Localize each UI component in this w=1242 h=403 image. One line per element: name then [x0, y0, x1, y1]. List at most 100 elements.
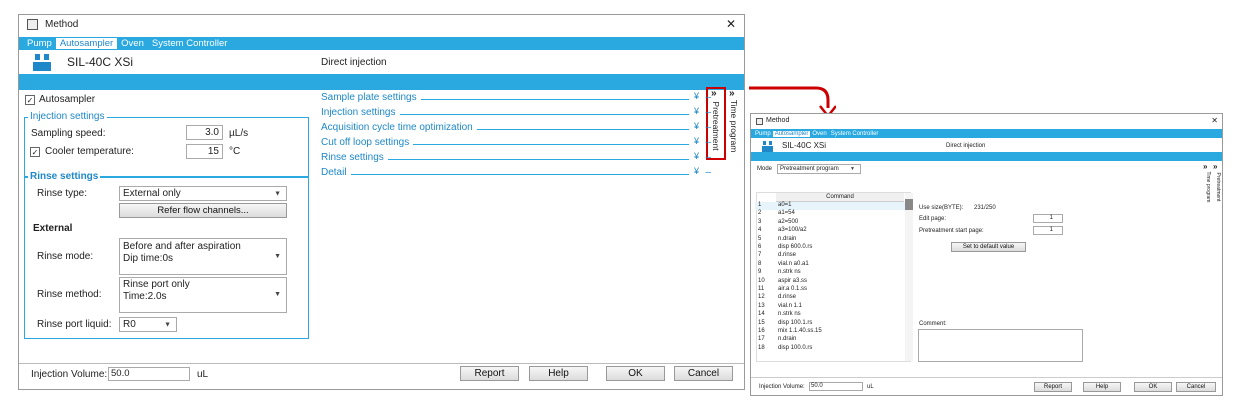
row-number: 5: [758, 235, 762, 242]
help-button[interactable]: Help: [529, 366, 588, 381]
mode-select[interactable]: Pretreatment program ▼: [777, 164, 861, 174]
set-default-button[interactable]: Set to default value: [951, 242, 1026, 252]
command-cell: n.strk ns: [778, 269, 801, 276]
side-tab-time-program[interactable]: Time program: [725, 99, 743, 157]
table-row[interactable]: 6 disp 600.0.rs: [755, 244, 905, 252]
tab-pump[interactable]: Pump: [753, 131, 773, 137]
scroll-thumb[interactable]: [905, 199, 913, 210]
section-divider: [399, 114, 689, 115]
table-row[interactable]: 16 mix 1.1.40.ss.15: [755, 328, 905, 336]
table-row[interactable]: 9 n.strk ns: [755, 269, 905, 277]
tab-oven[interactable]: Oven: [117, 38, 148, 49]
table-row[interactable]: 4 a3=100/a2: [755, 227, 905, 235]
report-button[interactable]: Report: [1034, 382, 1072, 392]
table-row[interactable]: 8 vial.n a0.a1: [755, 261, 905, 269]
model-name: SIL-40C XSi: [782, 141, 827, 150]
chevron-down-icon: ▼: [164, 321, 171, 328]
command-cell: aspir a3.ss: [778, 277, 808, 284]
rinse-method-select[interactable]: Rinse port only Time:2.0s ▼: [119, 277, 287, 313]
cancel-button[interactable]: Cancel: [674, 366, 733, 381]
section-divider: [387, 159, 689, 160]
table-scrollbar[interactable]: [905, 193, 913, 361]
chevron-down-icon: ¥: [693, 121, 699, 131]
start-page-label: Pretreatment start page:: [919, 228, 984, 234]
table-row[interactable]: 10 aspir a3.ss: [755, 278, 905, 286]
side-tab-pretreatment[interactable]: Pretreatment: [1213, 172, 1223, 204]
report-button[interactable]: Report: [460, 366, 519, 381]
injection-volume-value: 50.0: [811, 383, 823, 389]
command-cell: vial.n 1.1: [778, 302, 803, 309]
table-row[interactable]: 7 d.rinse: [755, 252, 905, 260]
section-divider: [413, 144, 689, 145]
section-dash: –: [705, 137, 711, 148]
section-dash: –: [705, 152, 711, 163]
footer-divider: [751, 377, 1222, 378]
table-row[interactable]: 3 a2=500: [755, 219, 905, 227]
start-page-value: 1: [1049, 227, 1053, 233]
ok-button[interactable]: OK: [1134, 382, 1172, 392]
section-header[interactable]: Detail ¥ –: [321, 166, 711, 181]
side-tab-time-program-label: Time program: [1205, 171, 1211, 203]
rinse-type-select[interactable]: External only ▼: [119, 186, 287, 201]
cooler-temperature-value: 15: [207, 146, 219, 157]
autosampler-checkbox[interactable]: ✓: [25, 95, 35, 105]
cooler-temperature-input[interactable]: 15: [186, 144, 223, 159]
table-row[interactable]: 1 a0=1: [755, 202, 905, 210]
refer-flow-channels-button[interactable]: Refer flow channels...: [119, 203, 287, 218]
rinse-mode-line1: Before and after aspiration: [123, 241, 241, 252]
table-row[interactable]: 17 n.drain: [755, 336, 905, 344]
tab-oven[interactable]: Oven: [810, 131, 828, 137]
row-number: 4: [758, 227, 762, 234]
section-divider: [350, 174, 689, 175]
rinse-port-liquid-select[interactable]: R0 ▼: [119, 317, 177, 332]
sampling-speed-label: Sampling speed:: [31, 128, 106, 139]
section-dash: –: [705, 92, 711, 103]
tab-pump[interactable]: Pump: [23, 38, 56, 49]
command-header-label: Command: [826, 194, 854, 200]
cancel-button[interactable]: Cancel: [1176, 382, 1216, 392]
rinse-mode-select[interactable]: Before and after aspiration Dip time:0s …: [119, 238, 287, 275]
close-icon[interactable]: ✕: [726, 17, 736, 31]
side-tab-time-program-label: Time program: [729, 99, 739, 153]
comment-textarea[interactable]: [918, 329, 1083, 362]
section-header[interactable]: Rinse settings ¥ –: [321, 151, 711, 166]
tab-autosampler[interactable]: Autosampler: [772, 130, 811, 137]
side-tab-time-program[interactable]: Time program: [1203, 172, 1213, 204]
section-header[interactable]: Sample plate settings ¥ –: [321, 91, 711, 106]
injection-volume-input[interactable]: 50.0: [108, 367, 190, 381]
row-number: 8: [758, 260, 762, 267]
table-row[interactable]: 12 d.rinse: [755, 294, 905, 302]
table-row[interactable]: 13 vial.n 1.1: [755, 303, 905, 311]
section-header[interactable]: Acquisition cycle time optimization ¥ –: [321, 121, 711, 136]
report-label: Report: [474, 368, 505, 379]
help-button[interactable]: Help: [1083, 382, 1121, 392]
tab-system-controller[interactable]: System Controller: [148, 38, 232, 49]
table-row[interactable]: 11 air.a 0.1.ss: [755, 286, 905, 294]
window-title: Method: [45, 19, 79, 30]
table-row[interactable]: 15 disp 100.1.rs: [755, 320, 905, 328]
tab-system-controller[interactable]: System Controller: [829, 131, 881, 137]
table-row[interactable]: 5 n.drain: [755, 236, 905, 244]
injection-volume-input[interactable]: 50.0: [809, 382, 863, 391]
injection-volume-label: Injection Volume:: [759, 384, 805, 390]
use-size-value: 231/250: [974, 205, 996, 211]
edit-page-input[interactable]: 1: [1033, 214, 1063, 223]
cooler-temperature-unit: °C: [229, 146, 241, 157]
chevron-down-icon: ¥: [693, 106, 699, 116]
report-label: Report: [1043, 384, 1062, 390]
table-row[interactable]: 14 n.strk ns: [755, 311, 905, 319]
table-row[interactable]: 2 a1=54: [755, 210, 905, 218]
table-row[interactable]: 18 disp 100.0.rs: [755, 345, 905, 353]
tab-autosampler[interactable]: Autosampler: [55, 38, 118, 49]
injection-volume-label: Injection Volume:: [31, 369, 108, 380]
row-number: 15: [758, 319, 765, 326]
start-page-input[interactable]: 1: [1033, 226, 1063, 235]
cooler-checkbox[interactable]: ✓: [30, 147, 40, 157]
side-tab-pretreatment-label: Pretreatment: [711, 101, 721, 151]
section-header[interactable]: Injection settings ¥ –: [321, 106, 711, 121]
footer-divider: [19, 363, 744, 364]
sampling-speed-input[interactable]: 3.0: [186, 125, 223, 140]
ok-button[interactable]: OK: [606, 366, 665, 381]
section-header[interactable]: Cut off loop settings ¥ –: [321, 136, 711, 151]
close-icon[interactable]: ✕: [1211, 116, 1218, 125]
